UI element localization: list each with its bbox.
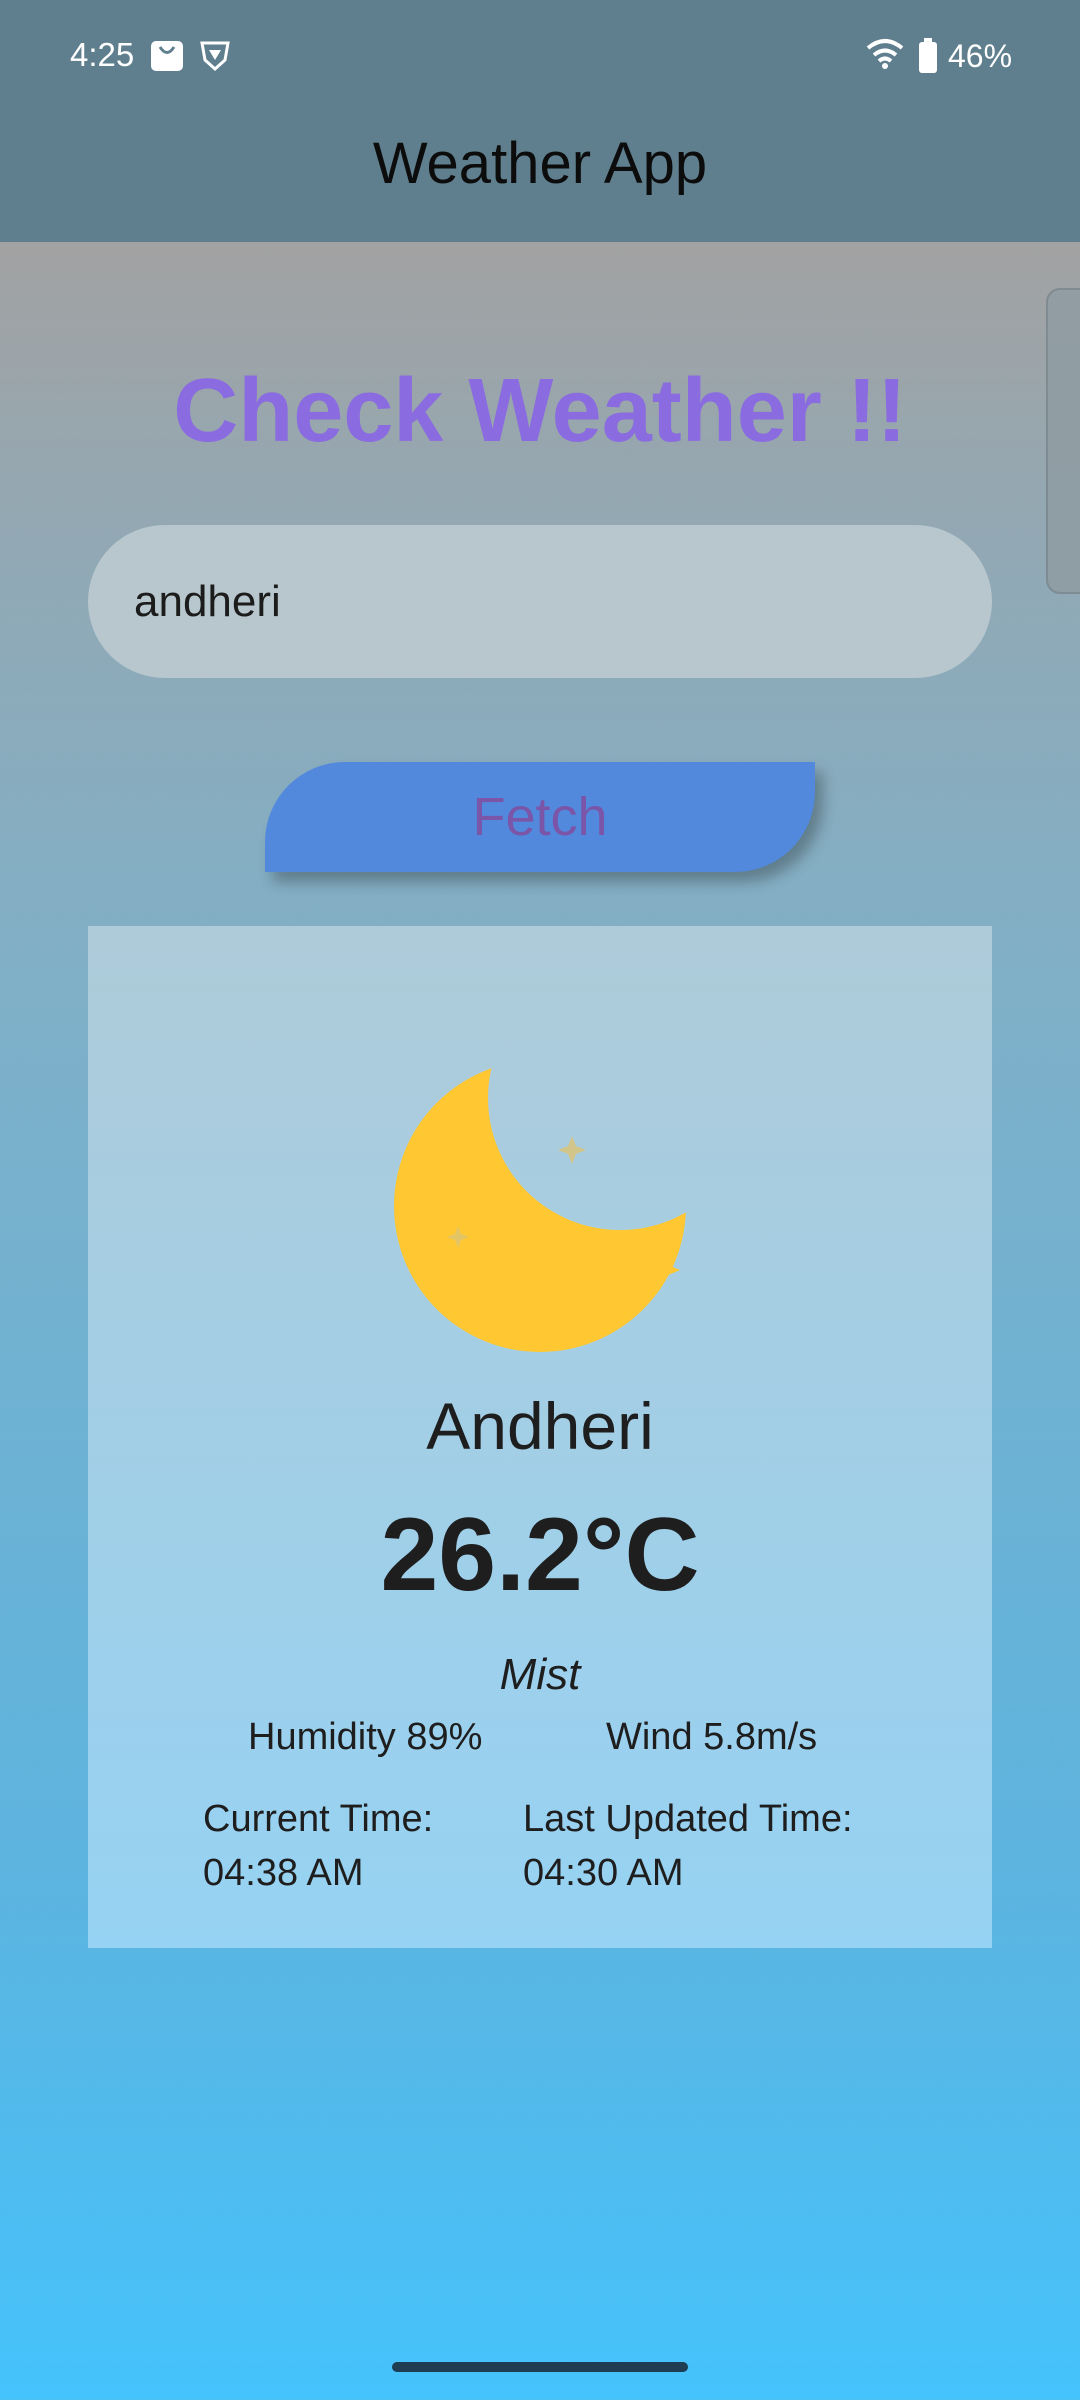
last-updated-value: 04:30 AM [523,1852,684,1894]
status-bar: 4:25 46% [0,0,1080,112]
search-input-value: andheri [134,576,281,626]
city-search-input[interactable]: andheri [88,525,992,678]
status-time: 4:25 [70,36,135,73]
last-updated-label: Last Updated Time: [523,1798,853,1840]
humidity: Humidity 89% [248,1716,483,1758]
current-time-label: Current Time: [203,1798,434,1840]
weather-card: Andheri 26.2°C Mist Humidity 89% Wind 5.… [88,926,992,1948]
shield-icon [200,41,230,72]
temperature: 26.2°C [380,1497,700,1613]
fetch-button[interactable]: Fetch [265,762,815,872]
wind: Wind 5.8m/s [606,1716,818,1758]
app-bar: Weather App [0,112,1080,242]
home-indicator[interactable] [392,2362,688,2372]
moon-icon [394,1060,686,1352]
city-name: Andheri [426,1389,654,1463]
battery-icon [919,38,937,73]
page-heading: Check Weather !! [173,361,907,461]
fetch-button-label: Fetch [472,787,608,847]
bag-icon [151,41,183,71]
wifi-icon [866,39,904,69]
battery-percentage: 46% [948,38,1013,74]
weather-description: Mist [499,1650,581,1699]
current-time-value: 04:38 AM [203,1852,364,1894]
app-title: Weather App [372,130,708,196]
